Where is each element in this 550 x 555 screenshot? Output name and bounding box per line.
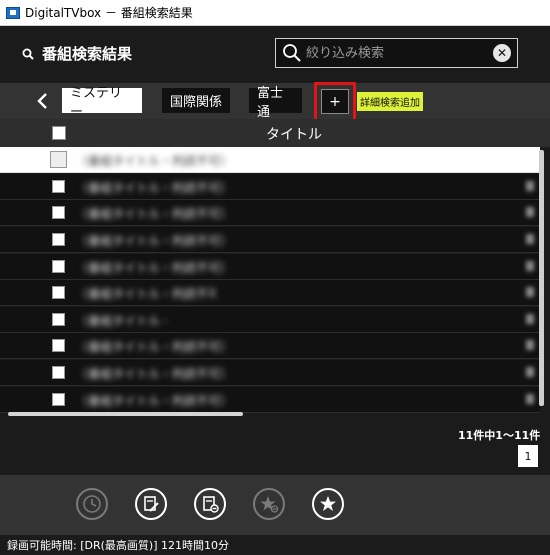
row-title: （番組タイトル・判読不可）: [76, 207, 233, 221]
back-arrow-icon[interactable]: [32, 89, 54, 113]
search-field-icon: [280, 43, 304, 63]
page-title-text: 番組検索結果: [42, 45, 133, 63]
tag-mystery[interactable]: ミステリー: [62, 86, 142, 120]
row-checkbox[interactable]: [52, 339, 65, 352]
table-header: タイトル: [0, 119, 550, 147]
row-end-marker: [526, 234, 534, 244]
column-title: タイトル: [266, 127, 322, 143]
search-icon: [22, 48, 34, 60]
row-end-marker: [526, 181, 534, 191]
clear-search-icon[interactable]: ✕: [493, 44, 511, 62]
status-bar: 録画可能時間: [DR(最高画質)] 121時間10分: [0, 535, 550, 555]
add-search-button[interactable]: +: [321, 89, 349, 114]
horizontal-scrollbar[interactable]: [8, 412, 243, 416]
select-all-checkbox[interactable]: [52, 126, 66, 140]
window-titlebar: DigitalTVbox － 番組検索結果: [0, 0, 550, 26]
row-end-marker: [526, 367, 534, 377]
table-row[interactable]: （番組タイトル・判読不可）: [0, 360, 540, 386]
row-title: （番組タイトル・判読不可）: [76, 154, 233, 168]
row-title: （番組タイトル・判読不可）: [76, 287, 216, 301]
program-list: （番組タイトル・判読不可） （番組タイトル・判読不可） （番組タイトル・判読不可…: [0, 147, 540, 413]
row-title: （番組タイトル・判読不可）: [76, 261, 233, 275]
row-checkbox[interactable]: [52, 260, 65, 273]
search-field[interactable]: ✕: [275, 38, 518, 68]
table-row[interactable]: （番組タイトル・判読不可）: [0, 174, 540, 200]
row-checkbox[interactable]: [52, 206, 65, 219]
row-checkbox[interactable]: [52, 313, 65, 326]
row-end-marker: [526, 207, 534, 217]
row-title: （番組タイトル・判読不可）: [76, 181, 226, 195]
header: 番組検索結果 ✕: [0, 26, 550, 83]
add-favorite-icon[interactable]: [312, 488, 344, 520]
row-title: （番組タイトル・判読不可）: [76, 234, 233, 248]
row-checkbox[interactable]: [52, 233, 65, 246]
edit-reservation-icon[interactable]: [135, 488, 167, 520]
row-end-marker: [526, 314, 534, 324]
row-end-marker: [526, 261, 534, 271]
tag-international[interactable]: 国際関係: [162, 88, 230, 113]
row-end-marker: [526, 287, 534, 297]
delete-reservation-icon[interactable]: [194, 488, 226, 520]
table-row[interactable]: （番組タイトル・判読不可）: [0, 333, 540, 359]
remove-favorite-icon[interactable]: [253, 488, 285, 520]
action-bar: [0, 475, 550, 535]
clock-icon[interactable]: [76, 488, 108, 520]
row-checkbox[interactable]: [52, 286, 65, 299]
table-row[interactable]: （番組タイトル・判読不可）: [0, 280, 540, 306]
app-icon: [6, 6, 20, 19]
row-checkbox[interactable]: [50, 151, 67, 168]
row-title: （番組タイトル・判読不可）: [76, 367, 233, 381]
page-number-button[interactable]: 1: [518, 445, 538, 467]
tag-fujitsu[interactable]: 富士通: [249, 86, 302, 120]
page-title: 番組検索結果: [22, 43, 132, 64]
table-row[interactable]: （番組タイトル・判読不可）: [0, 387, 540, 413]
vertical-scrollbar[interactable]: [539, 150, 544, 406]
table-row[interactable]: （番組タイトル・判読不可）: [0, 254, 540, 280]
table-row[interactable]: （番組タイトル・判読不可）: [0, 307, 540, 333]
add-search-tooltip: 詳細検索追加: [357, 92, 423, 111]
table-row[interactable]: （番組タイトル・判読不可）: [0, 200, 540, 226]
row-title: （番組タイトル・判読不可）: [76, 314, 166, 328]
search-input[interactable]: [304, 39, 493, 67]
tag-bar: ミステリー 国際関係 富士通: [0, 83, 550, 120]
row-title: （番組タイトル・判読不可）: [76, 394, 233, 408]
table-row[interactable]: （番組タイトル・判読不可）: [0, 147, 540, 173]
window-title: DigitalTVbox － 番組検索結果: [25, 6, 193, 20]
table-row[interactable]: （番組タイトル・判読不可）: [0, 227, 540, 253]
row-end-marker: [526, 340, 534, 350]
row-end-marker: [526, 394, 534, 404]
row-checkbox[interactable]: [52, 366, 65, 379]
result-count: 11件中1～11件: [458, 429, 541, 442]
recordable-time-text: 録画可能時間: [DR(最高画質)] 121時間10分: [7, 539, 229, 552]
row-checkbox[interactable]: [52, 180, 65, 193]
row-checkbox[interactable]: [52, 393, 65, 406]
row-title: （番組タイトル・判読不可）: [76, 340, 233, 354]
